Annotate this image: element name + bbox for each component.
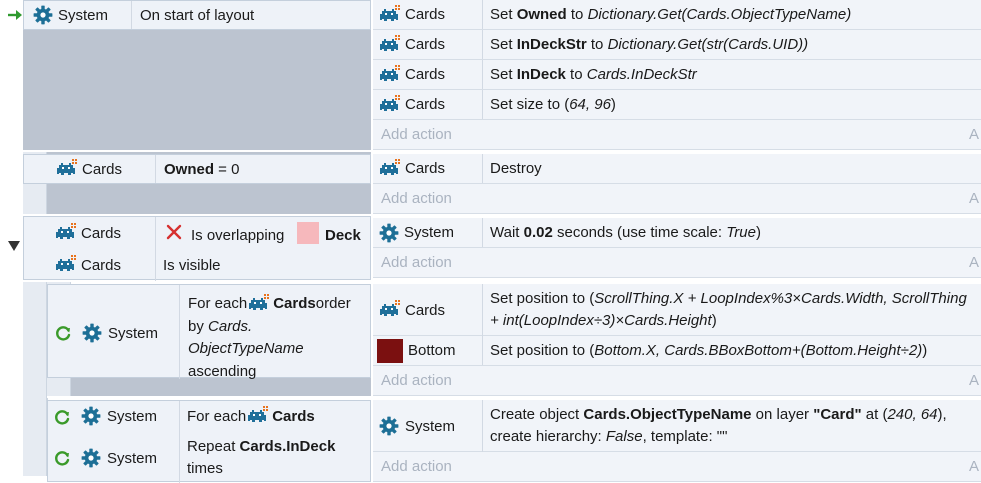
action-object: Cards bbox=[405, 96, 446, 113]
cards-sprite-icon bbox=[378, 159, 400, 179]
action-row[interactable]: Cards Set InDeckStr to Dictionary.Get(st… bbox=[373, 30, 981, 60]
condition-object: Cards bbox=[81, 224, 122, 242]
condition-repeat[interactable]: System Repeat Cards.InDeck times bbox=[47, 434, 371, 480]
bottom-color-swatch bbox=[377, 338, 403, 363]
cards-sprite-icon bbox=[54, 223, 76, 243]
add-action-edge-letter: A bbox=[968, 190, 979, 207]
action-row[interactable]: Cards Set Owned to Dictionary.Get(Cards.… bbox=[373, 0, 981, 30]
cards-sprite-icon bbox=[378, 5, 400, 25]
condition-text: Is visible bbox=[163, 257, 221, 274]
condition-system-on-start[interactable]: System On start of layout bbox=[23, 0, 371, 30]
action-text: Set InDeckStr to Dictionary.Get(str(Card… bbox=[490, 36, 809, 53]
add-action-link[interactable]: Add action bbox=[381, 458, 452, 475]
add-action-edge-letter: A bbox=[968, 458, 979, 475]
add-action-row[interactable]: Add action A bbox=[373, 452, 981, 482]
action-text: Set position to (Bottom.X, Cards.BBoxBot… bbox=[490, 342, 928, 359]
condition-object: System bbox=[107, 450, 158, 467]
condition-text: Owned = 0 bbox=[164, 161, 240, 178]
add-action-edge-letter: A bbox=[968, 372, 979, 389]
add-action-edge-letter: A bbox=[968, 254, 979, 271]
action-text: Wait 0.02 seconds (use time scale: True) bbox=[490, 224, 761, 241]
event-3: Cards Is overlapping Deck Cards Is visib… bbox=[0, 216, 981, 281]
loop-icon bbox=[53, 449, 71, 467]
cards-sprite-icon bbox=[247, 294, 269, 314]
add-action-link[interactable]: Add action bbox=[381, 372, 452, 389]
action-object: Bottom bbox=[408, 342, 456, 359]
action-text: Set size to (64, 96) bbox=[490, 96, 616, 113]
condition-object: System bbox=[107, 408, 158, 425]
system-gear-icon bbox=[379, 416, 399, 436]
action-object: Cards bbox=[405, 36, 446, 53]
action-object: Cards bbox=[405, 160, 446, 177]
system-gear-icon bbox=[81, 448, 101, 468]
condition-for-each-cards[interactable]: System For each Cards bbox=[47, 402, 371, 432]
condition-for-each-ordered[interactable]: System For each Cards order by Cards. Ob… bbox=[47, 284, 371, 380]
action-object: System bbox=[404, 224, 455, 241]
condition-cards-visible[interactable]: Cards Is visible bbox=[23, 250, 371, 280]
action-row[interactable]: Bottom Set position to (Bottom.X, Cards.… bbox=[373, 336, 981, 366]
action-text: Set position to (ScrollThing.X + LoopInd… bbox=[490, 290, 967, 329]
cards-sprite-icon bbox=[54, 255, 76, 275]
condition-object: Cards bbox=[82, 160, 123, 178]
add-action-link[interactable]: Add action bbox=[381, 126, 452, 143]
add-action-row[interactable]: Add action A bbox=[373, 366, 981, 396]
cards-sprite-icon bbox=[246, 406, 268, 426]
condition-text: For each Cards order by Cards. ObjectTyp… bbox=[188, 294, 351, 380]
event-1: System On start of layout Cards Set Owne… bbox=[0, 0, 981, 150]
deck-color-swatch bbox=[297, 222, 319, 244]
cards-sprite-icon bbox=[378, 300, 400, 320]
loop-icon bbox=[53, 408, 71, 426]
add-action-row[interactable]: Add action A bbox=[373, 120, 981, 150]
action-text: Destroy bbox=[490, 160, 542, 177]
action-object: Cards bbox=[405, 302, 446, 319]
condition-object: System bbox=[58, 6, 109, 24]
action-text: Set InDeck to Cards.InDeckStr bbox=[490, 66, 697, 83]
condition-text: For each Cards bbox=[187, 406, 315, 426]
event-5: System For each Cards System Repeat Card… bbox=[0, 398, 981, 483]
condition-text: Repeat Cards.InDeck times bbox=[187, 438, 336, 477]
add-action-edge-letter: A bbox=[968, 126, 979, 143]
action-text: Set Owned to Dictionary.Get(Cards.Object… bbox=[490, 6, 852, 23]
loop-icon bbox=[54, 324, 72, 342]
condition-target: Deck bbox=[325, 227, 361, 244]
action-row[interactable]: Cards Set position to (ScrollThing.X + L… bbox=[373, 284, 981, 336]
action-object: Cards bbox=[405, 66, 446, 83]
event-4: System For each Cards order by Cards. Ob… bbox=[0, 282, 981, 476]
inverted-cross-icon bbox=[165, 223, 183, 241]
add-action-row[interactable]: Add action A bbox=[373, 184, 981, 214]
condition-cards-overlapping[interactable]: Cards Is overlapping Deck bbox=[23, 218, 371, 248]
add-action-link[interactable]: Add action bbox=[381, 254, 452, 271]
cards-sprite-icon bbox=[378, 65, 400, 85]
condition-object: Cards bbox=[81, 256, 122, 274]
action-row[interactable]: System Create object Cards.ObjectTypeNam… bbox=[373, 400, 981, 452]
action-object: System bbox=[405, 418, 456, 435]
condition-object: System bbox=[108, 325, 159, 342]
cards-sprite-icon bbox=[378, 95, 400, 115]
condition-text: Is overlapping bbox=[191, 227, 285, 244]
action-row[interactable]: Cards Set size to (64, 96) bbox=[373, 90, 981, 120]
action-object: Cards bbox=[405, 6, 446, 23]
system-gear-icon bbox=[81, 406, 101, 426]
event-2: Cards Owned = 0 Cards Destroy Add action… bbox=[0, 152, 981, 214]
add-action-link[interactable]: Add action bbox=[381, 190, 452, 207]
action-row[interactable]: System Wait 0.02 seconds (use time scale… bbox=[373, 218, 981, 248]
condition-text: On start of layout bbox=[140, 7, 255, 24]
cards-sprite-icon bbox=[55, 159, 77, 179]
action-row[interactable]: Cards Set InDeck to Cards.InDeckStr bbox=[373, 60, 981, 90]
condition-cards-owned[interactable]: Cards Owned = 0 bbox=[23, 154, 371, 184]
cards-sprite-icon bbox=[378, 35, 400, 55]
system-gear-icon bbox=[379, 223, 399, 243]
add-action-row[interactable]: Add action A bbox=[373, 248, 981, 278]
system-gear-icon bbox=[82, 323, 102, 343]
system-gear-icon bbox=[33, 5, 53, 25]
action-row[interactable]: Cards Destroy bbox=[373, 154, 981, 184]
action-text: Create object Cards.ObjectTypeName on la… bbox=[490, 406, 947, 445]
